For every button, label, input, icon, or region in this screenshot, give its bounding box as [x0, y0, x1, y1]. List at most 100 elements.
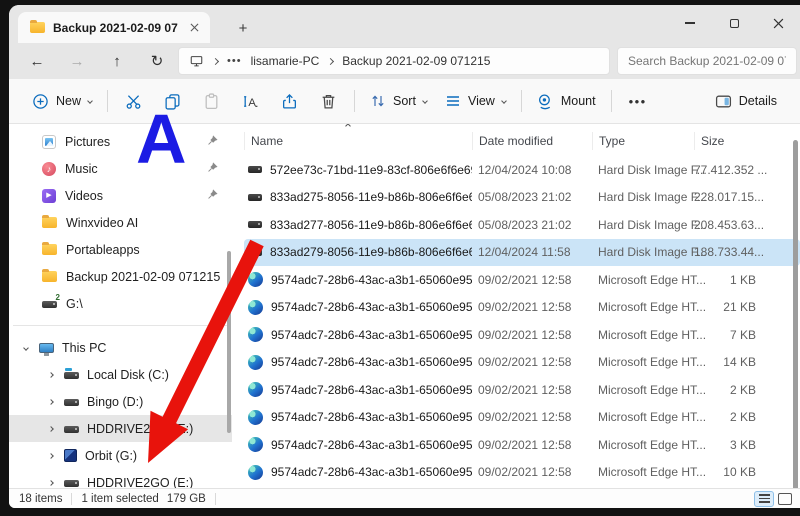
sidebar-tree-item-local-disk-c[interactable]: Local Disk (C:): [9, 361, 232, 388]
sidebar-item-g[interactable]: 2 G:\: [9, 290, 232, 317]
disk-image-icon: [248, 193, 262, 201]
file-size: 1 KB: [729, 272, 756, 287]
edge-icon: [248, 409, 263, 425]
content-area: Pictures ♪ Music ▶ Videos Winxvideo AI Portabl…: [9, 124, 800, 488]
command-toolbar: New A Sort View Mount ••• Details: [9, 79, 800, 124]
minimize-button[interactable]: [668, 5, 712, 41]
file-list: Name Date modified Type Size 572ee73c-71bd-…: [232, 124, 800, 488]
breadcrumb-item-pc[interactable]: lisamarie-PC: [251, 54, 320, 68]
breadcrumb[interactable]: ••• lisamarie-PC Backup 2021-02-09 07121…: [178, 47, 610, 75]
file-row[interactable]: 9574adc7-28b6-43ac-a3b1-65060e9560a... 09…: [244, 321, 800, 349]
tab-backup-folder[interactable]: Backup 2021-02-09 071215: [18, 12, 210, 43]
sidebar-item-label: Pictures: [65, 134, 111, 149]
file-row[interactable]: 9574adc7-28b6-43ac-a3b1-65060e9560a... 09…: [244, 404, 800, 432]
new-tab-button[interactable]: +: [231, 16, 255, 40]
file-row[interactable]: 572ee73c-71bd-11e9-83cf-806e6f6e6963 12/0…: [244, 156, 800, 184]
file-name: 833ad277-8056-11e9-b86b-806e6f6e6963: [270, 217, 472, 232]
share-button[interactable]: [270, 86, 309, 117]
drive-icon: [64, 425, 79, 433]
tab-close-icon[interactable]: [186, 20, 202, 36]
close-button[interactable]: [756, 5, 800, 41]
file-date: 09/02/2021 12:58: [478, 272, 572, 287]
file-type: Microsoft Edge HT...: [598, 272, 707, 287]
file-row[interactable]: 9574adc7-28b6-43ac-a3b1-65060e9560a... 09…: [244, 376, 800, 404]
column-header-size[interactable]: Size: [694, 132, 764, 150]
sidebar-item-pictures[interactable]: Pictures: [9, 128, 232, 155]
sidebar-tree-item-this-pc[interactable]: This PC: [9, 334, 232, 361]
expand-chevron-icon[interactable]: [48, 479, 54, 486]
filelist-scrollbar[interactable]: [793, 140, 798, 488]
view-button[interactable]: View: [436, 86, 515, 116]
see-more-button[interactable]: •••: [618, 87, 658, 116]
expand-chevron-icon[interactable]: [48, 398, 54, 405]
mount-button[interactable]: Mount: [528, 86, 605, 117]
svg-text:A: A: [248, 96, 256, 108]
file-row[interactable]: 9574adc7-28b6-43ac-a3b1-65060e9560a... 09…: [244, 294, 800, 322]
maximize-button[interactable]: [712, 5, 756, 41]
sidebar-item-portableapps[interactable]: Portableapps: [9, 236, 232, 263]
pin-icon[interactable]: [207, 189, 218, 200]
refresh-button[interactable]: ↻: [137, 46, 177, 76]
column-header-type[interactable]: Type: [592, 132, 694, 150]
file-type: Hard Disk Image F...: [598, 162, 707, 177]
forward-button[interactable]: →: [57, 46, 97, 76]
selection-count: 1 item selected: [81, 492, 159, 505]
column-header-name[interactable]: Name: [244, 132, 472, 150]
sidebar-tree-item-hddrive2go-e[interactable]: HDDRIVE2GO (E:): [9, 415, 232, 442]
sidebar-item-music[interactable]: ♪ Music: [9, 155, 232, 182]
trash-icon: [322, 94, 335, 109]
expand-chevron-icon[interactable]: [48, 425, 54, 432]
plus-circle-icon: [33, 93, 48, 109]
paste-button[interactable]: [192, 86, 231, 117]
status-bar: 18 items 1 item selected 179 GB: [9, 488, 800, 508]
file-row[interactable]: 833ad277-8056-11e9-b86b-806e6f6e6963 05/0…: [244, 211, 800, 239]
sidebar-item-winxvideo-ai[interactable]: Winxvideo AI: [9, 209, 232, 236]
expand-chevron-icon[interactable]: [23, 344, 29, 351]
file-row[interactable]: 9574adc7-28b6-43ac-a3b1-65060e9560a... 09…: [244, 459, 800, 487]
sort-button[interactable]: Sort: [361, 86, 436, 116]
disk-image-icon: [248, 221, 262, 229]
sidebar-tree-item-orbit-g[interactable]: Orbit (G:): [9, 442, 232, 469]
sidebar-item-label: Bingo (D:): [87, 394, 144, 409]
file-type: Microsoft Edge HT...: [598, 327, 707, 342]
expand-chevron-icon[interactable]: [48, 452, 54, 459]
sidebar-scrollbar[interactable]: [227, 251, 231, 433]
expand-chevron-icon[interactable]: [48, 371, 54, 378]
file-row[interactable]: 9574adc7-28b6-43ac-a3b1-65060e9560a... 09…: [244, 349, 800, 377]
pin-icon[interactable]: [207, 135, 218, 146]
sidebar-item-label: Portableapps: [66, 242, 140, 257]
large-icons-view-toggle[interactable]: [778, 492, 792, 505]
this-pc-icon: [39, 342, 54, 356]
pin-icon[interactable]: [207, 162, 218, 173]
file-type: Microsoft Edge HT...: [598, 355, 707, 370]
delete-button[interactable]: [309, 86, 348, 117]
file-row-selected[interactable]: 833ad279-8056-11e9-b86b-806e6f6e6963 12/0…: [244, 238, 800, 266]
tab-title: Backup 2021-02-09 071215: [53, 20, 178, 35]
file-row[interactable]: 9574adc7-28b6-43ac-a3b1-65060e9560a... 09…: [244, 431, 800, 459]
details-button[interactable]: Details: [706, 86, 786, 117]
file-type: Hard Disk Image F...: [598, 217, 707, 232]
column-header-date[interactable]: Date modified: [472, 132, 592, 150]
breadcrumb-ellipsis[interactable]: •••: [227, 55, 242, 67]
chevron-down-icon: [422, 98, 428, 104]
file-row[interactable]: 833ad275-8056-11e9-b86b-806e6f6e6963 05/0…: [244, 184, 800, 212]
pictures-icon: [42, 134, 56, 149]
details-view-toggle[interactable]: [754, 490, 774, 507]
edge-icon: [248, 382, 263, 398]
navigation-pane: Pictures ♪ Music ▶ Videos Winxvideo AI Portabl…: [9, 124, 232, 488]
breadcrumb-item-folder[interactable]: Backup 2021-02-09 071215: [342, 54, 490, 68]
rename-button[interactable]: A: [231, 86, 270, 117]
sidebar-tree-item-bingo-d[interactable]: Bingo (D:): [9, 388, 232, 415]
file-name: 9574adc7-28b6-43ac-a3b1-65060e9560a...: [271, 300, 472, 315]
sidebar-item-videos[interactable]: ▶ Videos: [9, 182, 232, 209]
file-date: 12/04/2024 11:58: [478, 245, 571, 260]
search-input[interactable]: [628, 54, 786, 68]
items-count: 18 items: [19, 492, 63, 505]
new-button[interactable]: New: [23, 86, 101, 117]
sidebar-item-backup-2021-02-09-071215[interactable]: Backup 2021-02-09 071215: [9, 263, 232, 290]
back-button[interactable]: ←: [17, 46, 57, 76]
up-button[interactable]: ↑: [97, 46, 137, 76]
sidebar-tree-item-hddrive2go-e[interactable]: HDDRIVE2GO (E:): [9, 469, 232, 488]
search-box: [617, 47, 797, 75]
file-row[interactable]: 9574adc7-28b6-43ac-a3b1-65060e9560a... 09…: [244, 266, 800, 294]
